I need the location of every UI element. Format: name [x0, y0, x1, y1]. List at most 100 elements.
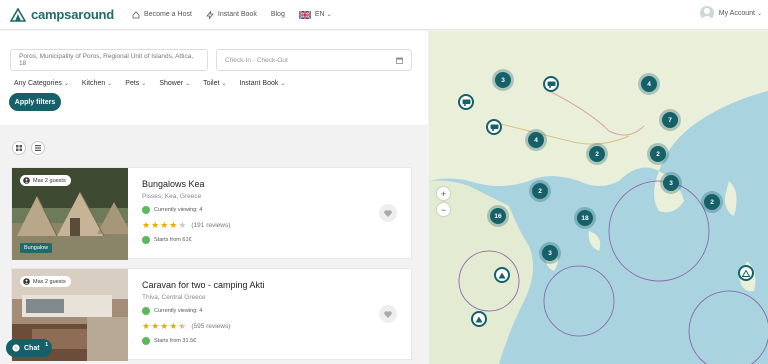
- eye-icon: [142, 206, 150, 214]
- review-count[interactable]: (595 reviews): [191, 323, 230, 330]
- map-pin-caravan[interactable]: [543, 76, 559, 92]
- apply-filters-button[interactable]: Apply filters: [9, 93, 61, 111]
- filter-instant-book-label: Instant Book: [239, 80, 279, 87]
- viewing-status: Currently viewing: 4: [142, 307, 202, 315]
- main-nav: Become a Host Instant Book Blog EN ⌄: [132, 10, 346, 19]
- star-icon: ★: [160, 220, 169, 230]
- chevron-down-icon: ⌄: [107, 81, 113, 87]
- brand-logo[interactable]: campsaround: [10, 7, 114, 22]
- map-cluster[interactable]: 3: [542, 245, 558, 261]
- star-icon: ★: [142, 220, 151, 230]
- star-icon: ★: [169, 321, 178, 331]
- heart-icon: [384, 209, 392, 217]
- map-pin-tent[interactable]: [471, 311, 487, 327]
- map-cluster[interactable]: 7: [662, 112, 678, 128]
- map-cluster[interactable]: 16: [490, 208, 506, 224]
- calendar-icon: [396, 57, 403, 64]
- results-panel: Poros, Municipality of Poros, Regional U…: [0, 31, 428, 364]
- filter-shower[interactable]: Shower ⌄: [159, 80, 190, 87]
- star-icon: ★: [151, 220, 160, 230]
- dates-input[interactable]: Check-In - Check-Out: [216, 49, 412, 71]
- filter-instant-book[interactable]: Instant Book ⌄: [239, 80, 285, 87]
- location-input[interactable]: Poros, Municipality of Poros, Regional U…: [10, 49, 208, 71]
- listing-title[interactable]: Bungalows Kea: [142, 179, 205, 189]
- map-cluster[interactable]: 3: [495, 72, 511, 88]
- zoom-in-button[interactable]: +: [437, 187, 450, 200]
- nav-become-host-label: Become a Host: [144, 11, 192, 18]
- map-cluster[interactable]: 18: [577, 210, 593, 226]
- price-label: Starts from 61€: [154, 237, 192, 243]
- favorite-button[interactable]: [379, 305, 397, 323]
- chevron-down-icon: ⌄: [63, 81, 69, 87]
- map-cluster[interactable]: 2: [704, 194, 720, 210]
- star-icon: ★: [142, 321, 151, 331]
- eye-icon: [142, 307, 150, 315]
- filter-toilet-label: Toilet: [203, 80, 220, 87]
- viewing-status: Currently viewing: 4: [142, 206, 202, 214]
- uk-flag-icon: [298, 10, 311, 19]
- filter-dropdowns: Any Categories ⌄ Kitchen ⌄ Pets ⌄ Shower ⌄ T…: [14, 80, 298, 87]
- category-badge: Bungalow: [20, 243, 53, 253]
- map-pin-caravan[interactable]: [486, 119, 502, 135]
- caravan-icon: [462, 99, 470, 106]
- heart-icon: [384, 310, 392, 318]
- listing-card[interactable]: Max 2 guests Bungalow Bungalows Kea Piss…: [11, 167, 412, 260]
- filter-toilet[interactable]: Toilet ⌄: [203, 80, 226, 87]
- map-pin-glamping[interactable]: [738, 265, 754, 281]
- listing-title[interactable]: Caravan for two - camping Akti: [142, 280, 265, 290]
- star-icon: ★: [151, 321, 160, 331]
- search-filters: Poros, Municipality of Poros, Regional U…: [0, 31, 428, 125]
- map-cluster[interactable]: 3: [663, 175, 679, 191]
- tent-icon: [498, 272, 506, 278]
- chat-button[interactable]: Chat 1: [6, 339, 52, 357]
- map-cluster[interactable]: 2: [650, 146, 666, 162]
- glamping-icon: [742, 269, 750, 277]
- star-icon: ★: [160, 321, 169, 331]
- filter-shower-label: Shower: [159, 80, 184, 87]
- map-cluster[interactable]: 4: [641, 76, 657, 92]
- account-menu[interactable]: My Account ⌄: [699, 6, 762, 20]
- dates-placeholder: Check-In - Check-Out: [225, 56, 288, 64]
- map-cluster[interactable]: 2: [589, 146, 605, 162]
- viewing-label: Currently viewing: 4: [154, 207, 203, 213]
- nav-instant-book[interactable]: Instant Book: [206, 10, 257, 19]
- filter-categories[interactable]: Any Categories ⌄: [14, 80, 69, 87]
- chevron-down-icon: ⌄: [221, 81, 227, 87]
- nav-become-host[interactable]: Become a Host: [132, 10, 192, 19]
- language-selector[interactable]: EN ⌄: [298, 10, 332, 19]
- favorite-button[interactable]: [379, 204, 397, 222]
- list-icon: [35, 145, 41, 151]
- guests-label: Max 2 guests: [33, 177, 66, 184]
- chat-unread-count: 1: [45, 342, 48, 348]
- map-view[interactable]: 3 4 7 4 2 2 3 2 2 16 18 3 + −: [429, 31, 768, 364]
- account-label: My Account: [718, 9, 755, 17]
- filter-kitchen-label: Kitchen: [81, 80, 106, 87]
- map-cluster[interactable]: 4: [528, 132, 544, 148]
- review-count[interactable]: (191 reviews): [191, 222, 230, 229]
- listing-photo[interactable]: Max 2 guests Bungalow: [12, 168, 128, 260]
- map-pin-caravan[interactable]: [458, 94, 474, 110]
- price-tag-icon: [142, 337, 150, 345]
- star-half-icon: ★: [178, 321, 187, 331]
- location-value: Poros, Municipality of Poros, Regional U…: [19, 53, 194, 67]
- messenger-icon: [12, 344, 20, 352]
- caravan-icon: [490, 124, 498, 131]
- star-icon: ★: [169, 220, 178, 230]
- lightning-icon: [206, 10, 214, 19]
- guests-badge: Max 2 guests: [20, 276, 71, 287]
- map-pin-tent[interactable]: [494, 267, 510, 283]
- filter-kitchen[interactable]: Kitchen ⌄: [82, 80, 112, 87]
- map-cluster[interactable]: 2: [532, 183, 548, 199]
- viewing-label: Currently viewing: 4: [154, 308, 203, 314]
- listing-card[interactable]: Max 2 guests Caravan for two - camping A…: [11, 268, 412, 361]
- users-icon: [23, 278, 30, 285]
- zoom-out-button[interactable]: −: [437, 203, 450, 216]
- price-info: Starts from 31.5€: [142, 337, 196, 345]
- star-empty-icon: ★: [178, 220, 187, 230]
- grid-view-button[interactable]: [12, 141, 26, 155]
- grid-icon: [16, 145, 22, 151]
- list-view-button[interactable]: [31, 141, 45, 155]
- house-icon: [132, 10, 140, 18]
- nav-blog[interactable]: Blog: [271, 11, 285, 18]
- filter-pets[interactable]: Pets ⌄: [125, 80, 146, 87]
